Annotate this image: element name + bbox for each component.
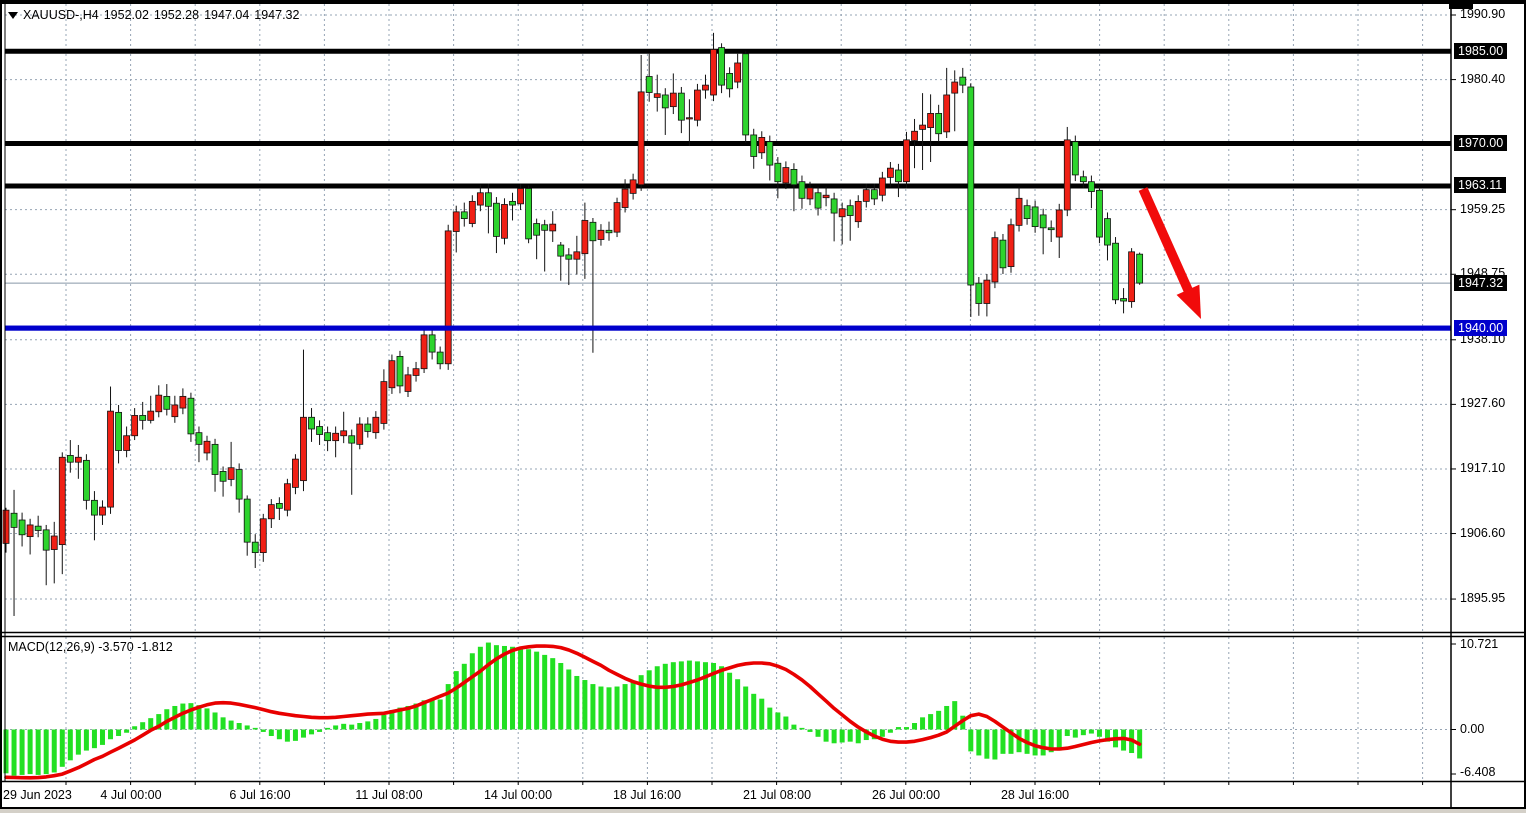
candles-layer bbox=[3, 33, 1143, 616]
down-arrow-annotation bbox=[1143, 189, 1190, 293]
down-arrow-head bbox=[1177, 285, 1201, 319]
macd-histogram bbox=[4, 643, 1143, 776]
trading-chart-window: XAUUSD-,H4 1952.02 1952.28 1947.04 1947.… bbox=[0, 0, 1526, 813]
chart-canvas[interactable] bbox=[0, 0, 1526, 813]
